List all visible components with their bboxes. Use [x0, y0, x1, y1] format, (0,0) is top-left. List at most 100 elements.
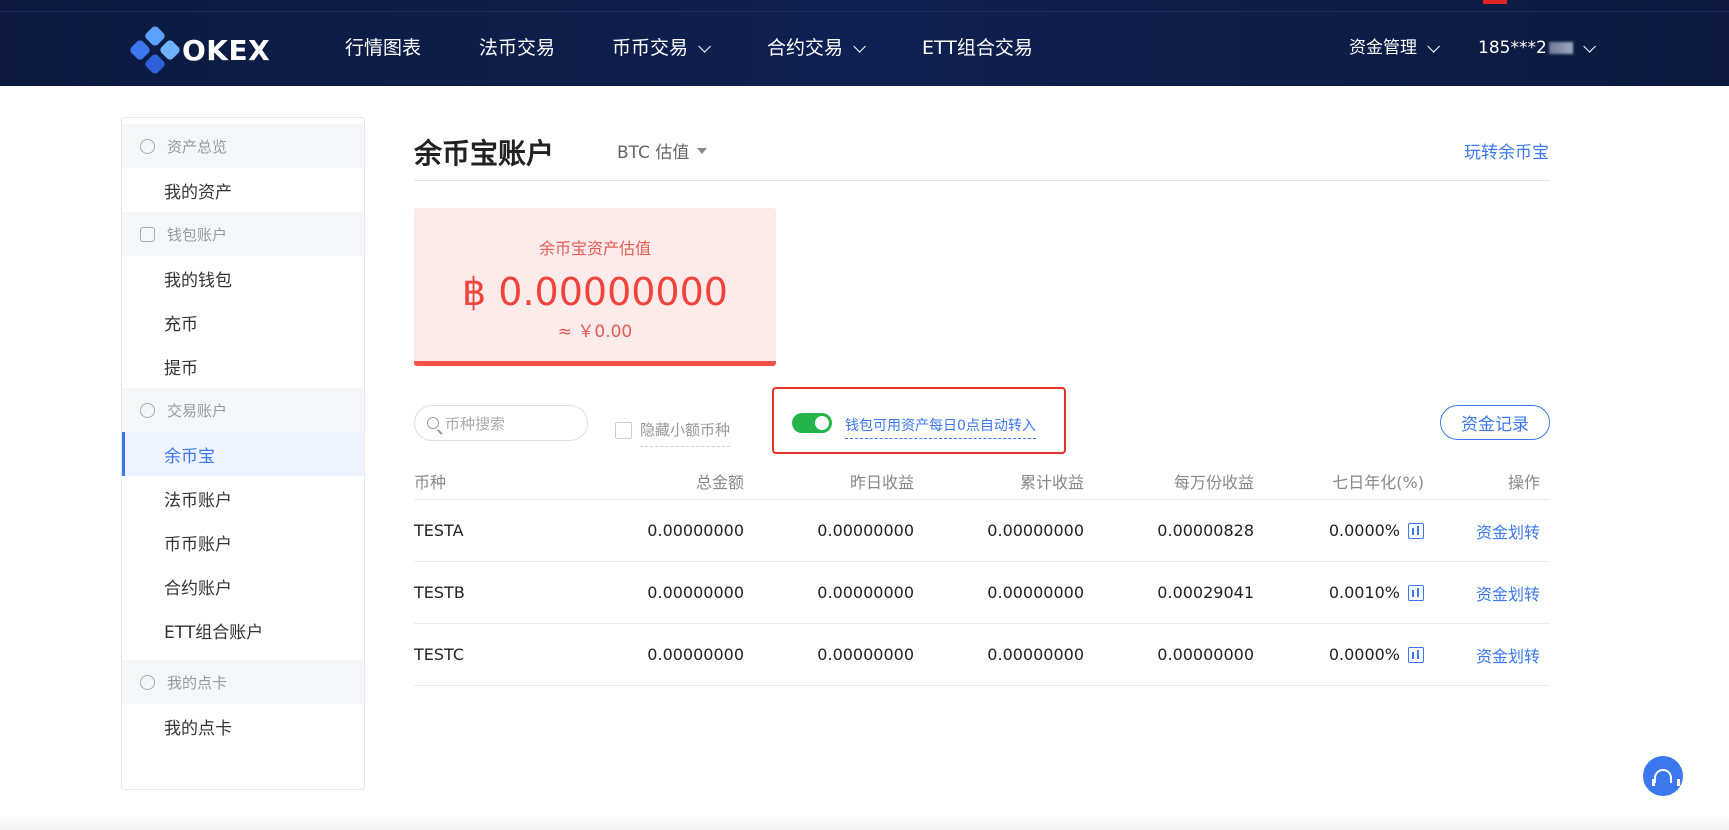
col-annual: 七日年化(%)	[1254, 469, 1424, 493]
cell-coin: TESTC	[414, 645, 465, 664]
sidebar-item-deposit[interactable]: 充币	[122, 300, 364, 344]
sidebar-item-label: 充币	[164, 314, 198, 335]
nav-ett-trading[interactable]: ETT组合交易	[922, 36, 1033, 60]
sidebar-item-futures-account[interactable]: 合约账户	[122, 564, 364, 608]
group-title: 钱包账户	[167, 225, 228, 244]
caret-down-icon	[697, 147, 708, 154]
cell-annual: 0.0000%	[1254, 645, 1424, 664]
sidebar-item-label: ETT组合账户	[164, 622, 264, 643]
sidebar-group-wallet: 钱包账户	[122, 212, 364, 256]
cell-per-10k: 0.00000000	[1157, 645, 1254, 664]
card-icon	[140, 674, 155, 690]
top-navbar: OKEX 行情图表 法币交易 币币交易 合约交易 ETT组合交易 资金管理 18…	[0, 0, 1729, 86]
table-row: TESTB 0.00000000 0.00000000 0.00000000 0…	[414, 562, 1550, 624]
user-account-menu[interactable]: 185***2	[1478, 36, 1596, 60]
yubibao-table: 币种 总金额 昨日收益 累计收益 每万份收益 七日年化(%) 操作 TESTA …	[414, 462, 1550, 686]
col-coin: 币种	[414, 472, 447, 492]
customer-support-button[interactable]	[1643, 756, 1683, 796]
coin-search-input[interactable]: 币种搜索	[414, 405, 588, 441]
col-per-10k: 每万份收益	[1173, 472, 1254, 492]
nav-market-charts[interactable]: 行情图表	[345, 36, 421, 60]
headset-icon	[1652, 769, 1680, 786]
annual-value: 0.0000%	[1328, 521, 1400, 540]
annual-value: 0.0010%	[1328, 583, 1400, 602]
table-row: TESTC 0.00000000 0.00000000 0.00000000 0…	[414, 624, 1550, 686]
logo-icon	[128, 24, 182, 76]
sidebar-group-trading: 交易账户	[122, 388, 364, 432]
chart-icon[interactable]	[1408, 646, 1424, 663]
cell-annual: 0.0000%	[1254, 521, 1424, 540]
auto-transfer-label[interactable]: 钱包可用资产每日0点自动转入	[845, 415, 1036, 439]
col-total: 总金额	[695, 472, 744, 492]
sidebar-item-my-assets[interactable]: 我的资产	[122, 168, 364, 212]
sidebar-item-label: 币币账户	[164, 534, 232, 555]
valuation-select[interactable]: BTC 估值	[617, 138, 708, 163]
asset-card-value: ฿ 0.00000000	[462, 270, 728, 314]
cell-total: 0.00000000	[647, 583, 744, 602]
cell-total: 0.00000000	[647, 645, 744, 664]
col-annual-label: 七日年化(%)	[1332, 472, 1424, 492]
sidebar-item-label: 我的钱包	[164, 270, 232, 291]
nav-fiat-trading[interactable]: 法币交易	[479, 36, 555, 60]
sidebar-item-fiat-account[interactable]: 法币账户	[122, 476, 364, 520]
funds-management-menu[interactable]: 资金管理	[1349, 36, 1440, 60]
transfer-link[interactable]: 资金划转	[1476, 585, 1540, 604]
group-title: 资产总览	[167, 137, 228, 156]
annual-value: 0.0000%	[1328, 645, 1400, 664]
nav-label: ETT组合交易	[922, 37, 1033, 59]
cell-yesterday: 0.00000000	[817, 521, 914, 540]
sidebar-item-spot-account[interactable]: 币币账户	[122, 520, 364, 564]
funds-menu-label: 资金管理	[1349, 38, 1417, 58]
nav-label: 法币交易	[479, 37, 556, 59]
okex-logo[interactable]: OKEX	[128, 24, 270, 76]
nav-label: 合约交易	[767, 37, 844, 59]
sidebar-item-withdraw[interactable]: 提币	[122, 344, 364, 388]
cell-per-10k: 0.00029041	[1157, 583, 1254, 602]
play-yubibao-link[interactable]: 玩转余币宝	[1464, 138, 1549, 163]
transfer-link[interactable]: 资金划转	[1476, 647, 1540, 666]
asset-card-cny: ≈ ￥0.00	[557, 322, 633, 342]
nav-spot-trading[interactable]: 币币交易	[612, 36, 712, 60]
nav-futures-trading[interactable]: 合约交易	[767, 36, 867, 60]
cell-yesterday: 0.00000000	[817, 645, 914, 664]
search-icon	[427, 417, 439, 429]
sidebar-item-yubibao[interactable]: 余币宝	[122, 432, 364, 476]
cell-per-10k: 0.00000828	[1157, 521, 1254, 540]
notification-badge	[1483, 0, 1507, 4]
table-header: 币种 总金额 昨日收益 累计收益 每万份收益 七日年化(%) 操作	[414, 462, 1550, 500]
cell-total: 0.00000000	[647, 521, 744, 540]
cell-action: 资金划转	[1424, 643, 1540, 667]
sidebar-item-label: 提币	[164, 358, 198, 379]
sidebar-group-overview: 资产总览	[122, 124, 364, 168]
checkbox-box[interactable]	[615, 421, 632, 439]
col-cumulative: 累计收益	[1019, 472, 1084, 492]
col-yesterday: 昨日收益	[849, 472, 914, 492]
exchange-icon	[140, 402, 155, 418]
cell-coin: TESTB	[414, 583, 465, 602]
wallet-icon	[140, 226, 155, 242]
asset-valuation-card: 余币宝资产估值 ฿ 0.00000000 ≈ ￥0.00	[414, 208, 776, 366]
cell-action: 资金划转	[1424, 581, 1540, 605]
cell-action: 资金划转	[1424, 519, 1540, 543]
sidebar-item-my-wallet[interactable]: 我的钱包	[122, 256, 364, 300]
sidebar-item-ett-account[interactable]: ETT组合账户	[122, 608, 364, 652]
sidebar-item-my-point-card[interactable]: 我的点卡	[122, 704, 364, 748]
cell-yesterday: 0.00000000	[817, 583, 914, 602]
fund-records-button[interactable]: 资金记录	[1440, 405, 1550, 440]
chevron-down-icon	[1583, 39, 1596, 53]
account-sidebar: 资产总览 我的资产 钱包账户 我的钱包 充币 提币 交易账户 余币宝 法币账户 …	[121, 117, 365, 790]
auto-transfer-toggle[interactable]	[792, 413, 832, 433]
cell-cumulative: 0.00000000	[987, 583, 1084, 602]
sidebar-item-label: 我的点卡	[164, 718, 232, 739]
chart-icon[interactable]	[1408, 522, 1424, 539]
sidebar-item-label: 法币账户	[164, 490, 232, 511]
chart-icon[interactable]	[1408, 584, 1424, 601]
hide-small-balances-checkbox[interactable]: 隐藏小额币种	[615, 413, 731, 447]
transfer-link[interactable]: 资金划转	[1476, 523, 1540, 542]
table-row: TESTA 0.00000000 0.00000000 0.00000000 0…	[414, 500, 1550, 562]
toggle-knob	[815, 416, 829, 430]
cell-cumulative: 0.00000000	[987, 521, 1084, 540]
redacted-text	[1548, 42, 1573, 54]
header-divider	[414, 180, 1550, 181]
hide-small-label: 隐藏小额币种	[640, 419, 731, 447]
